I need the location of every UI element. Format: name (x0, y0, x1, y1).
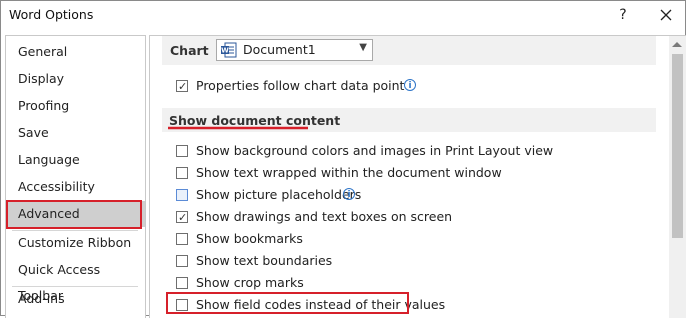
annotation-layer (168, 126, 308, 130)
word-options-dialog: Word Options ? General Display Proofing … (0, 0, 686, 318)
highlight-field-codes (166, 292, 409, 314)
